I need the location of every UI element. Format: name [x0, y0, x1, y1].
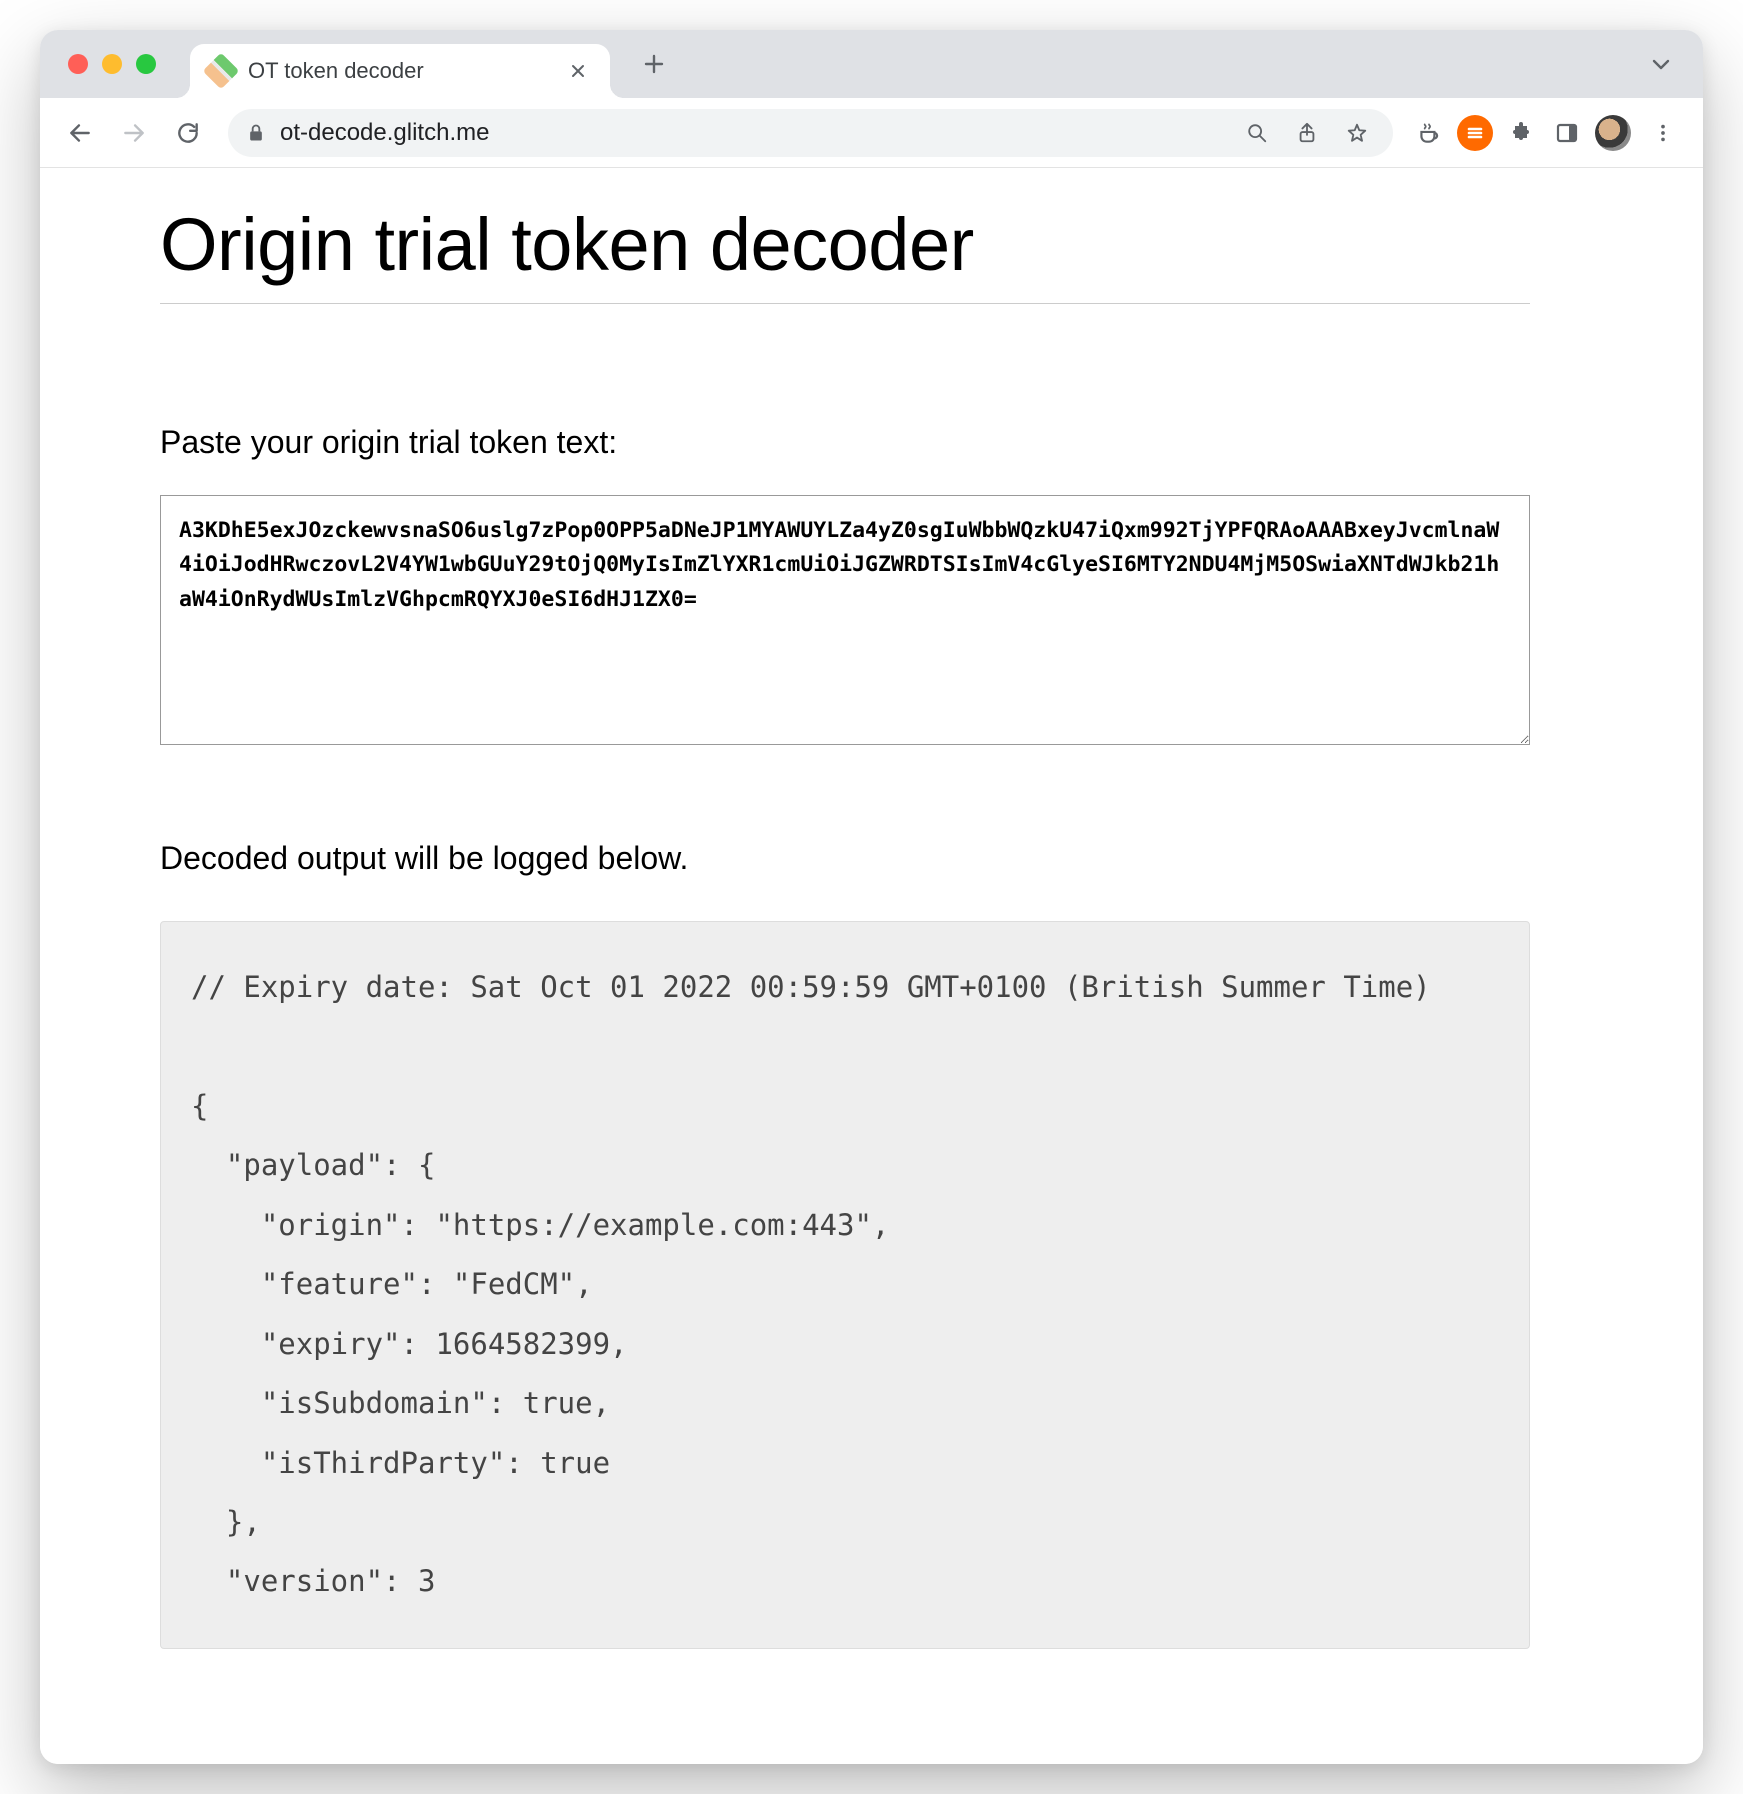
- lock-icon: [246, 123, 266, 143]
- tab-strip: OT token decoder: [40, 30, 1703, 98]
- token-input-label: Paste your origin trial token text:: [160, 424, 1530, 461]
- extensions-puzzle-icon[interactable]: [1503, 115, 1539, 151]
- forward-button[interactable]: [112, 111, 156, 155]
- tab-search-button[interactable]: [1639, 42, 1683, 86]
- page-title: Origin trial token decoder: [160, 202, 1530, 287]
- window-zoom-button[interactable]: [136, 54, 156, 74]
- reload-button[interactable]: [166, 111, 210, 155]
- tab-favicon-icon: [203, 53, 240, 90]
- new-tab-button[interactable]: [632, 42, 676, 86]
- address-bar[interactable]: ot-decode.glitch.me: [228, 109, 1393, 157]
- profile-avatar[interactable]: [1595, 115, 1631, 151]
- token-input[interactable]: [160, 495, 1530, 745]
- window-minimize-button[interactable]: [102, 54, 122, 74]
- divider: [160, 303, 1530, 304]
- browser-window: OT token decoder: [40, 30, 1703, 1764]
- output-label: Decoded output will be logged below.: [160, 840, 1530, 877]
- window-controls: [68, 54, 156, 74]
- tab-title: OT token decoder: [248, 58, 550, 84]
- window-close-button[interactable]: [68, 54, 88, 74]
- page-content: Origin trial token decoder Paste your or…: [40, 168, 1703, 1764]
- search-icon[interactable]: [1239, 115, 1275, 151]
- extension-coffee-icon[interactable]: [1411, 115, 1447, 151]
- url-text: ot-decode.glitch.me: [280, 119, 1225, 147]
- share-icon[interactable]: [1289, 115, 1325, 151]
- back-button[interactable]: [58, 111, 102, 155]
- side-panel-icon[interactable]: [1549, 115, 1585, 151]
- browser-tab[interactable]: OT token decoder: [190, 44, 610, 98]
- chrome-menu-button[interactable]: [1641, 111, 1685, 155]
- decoded-output: // Expiry date: Sat Oct 01 2022 00:59:59…: [160, 921, 1530, 1649]
- toolbar: ot-decode.glitch.me: [40, 98, 1703, 168]
- tab-close-button[interactable]: [564, 57, 592, 85]
- bookmark-star-icon[interactable]: [1339, 115, 1375, 151]
- extension-orange-icon[interactable]: [1457, 115, 1493, 151]
